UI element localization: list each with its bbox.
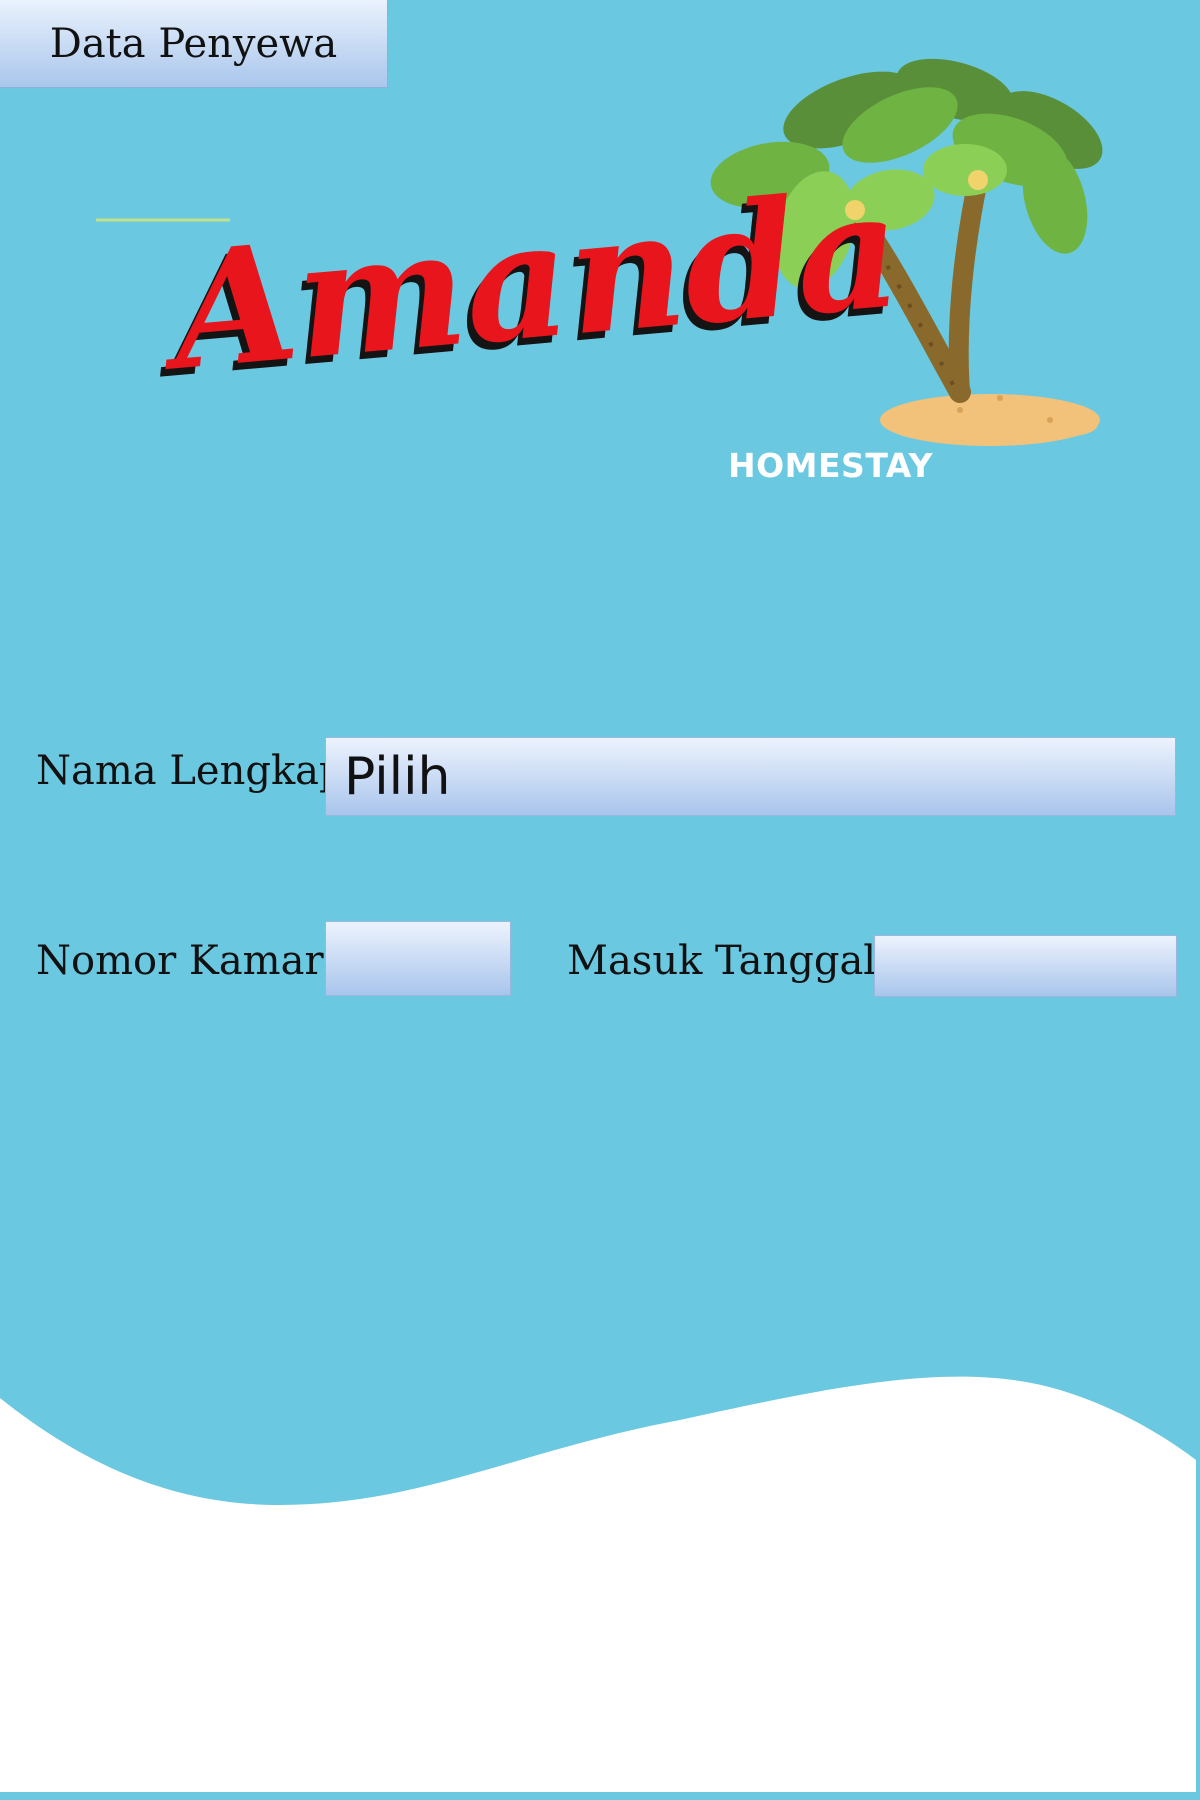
room-number-label: Nomor Kamar <box>36 938 324 984</box>
full-name-field[interactable]: Pilih <box>325 737 1176 816</box>
full-name-label: Nama Lengkap <box>36 748 345 794</box>
check-in-date-label: Masuk Tanggal <box>567 938 877 984</box>
brand-tagline: HOMESTAY <box>728 446 934 485</box>
check-in-date-field[interactable] <box>874 935 1177 997</box>
room-number-field[interactable] <box>325 921 511 996</box>
